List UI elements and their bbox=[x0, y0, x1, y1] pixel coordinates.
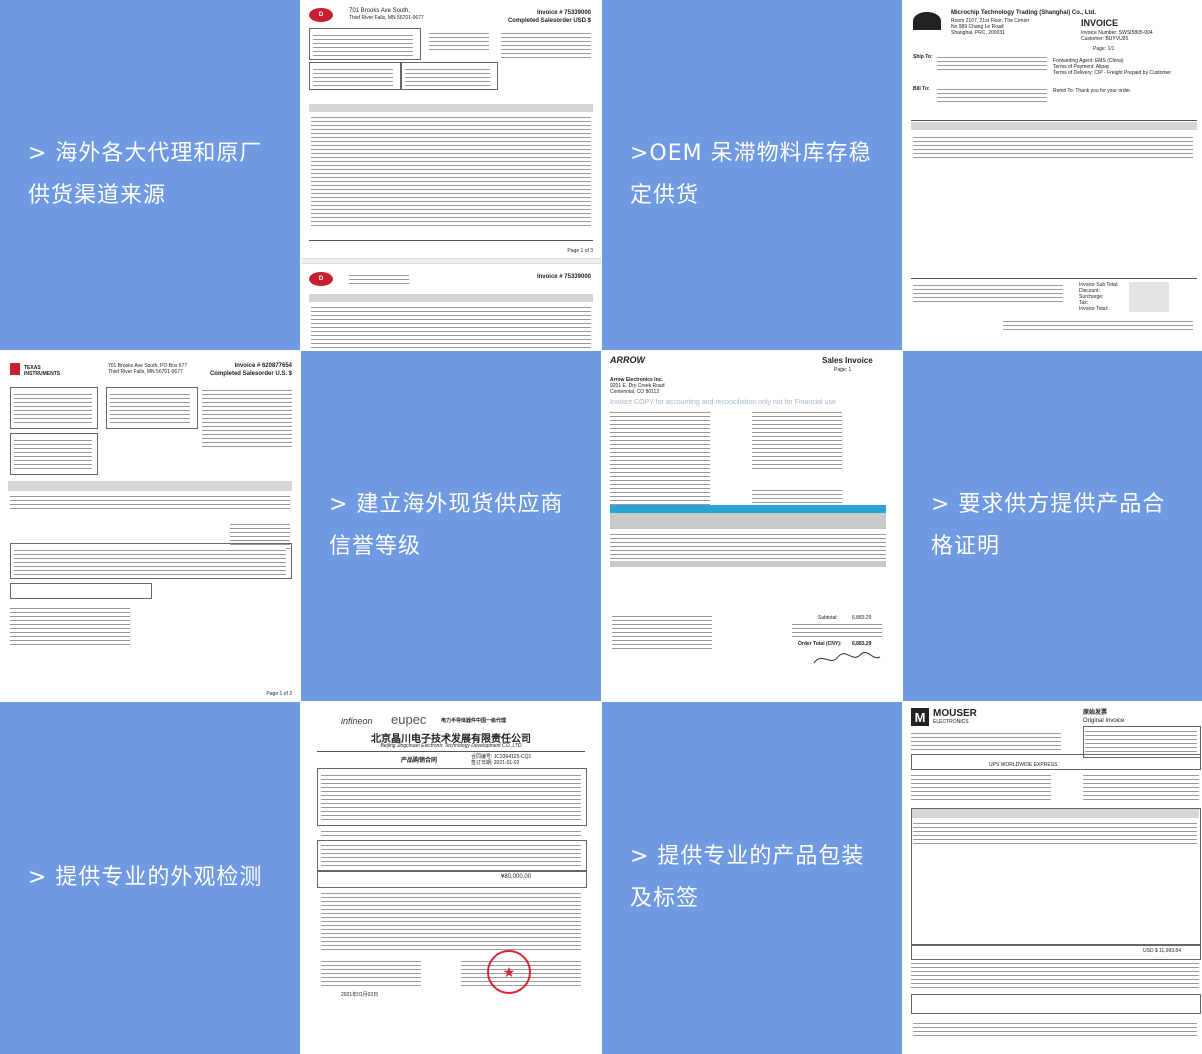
qc-process-grid: > 海外各大代理和原厂供货渠道来源 D 701 Brooks Ave South… bbox=[0, 0, 1202, 1054]
ti-logo-icon bbox=[10, 363, 20, 375]
mouser-logo-icon: M bbox=[911, 708, 929, 726]
doc-image-ti-invoice: TEXAS INSTRUMENTS 701 Brooks Ave South, … bbox=[0, 351, 300, 701]
invoice-number: Invoice # 75339000 bbox=[536, 10, 591, 16]
text-panel-packaging-labeling: > 提供专业的产品包装及标签 bbox=[602, 702, 902, 1054]
panel-caption: >OEM 呆滞物料库存稳定供货 bbox=[630, 141, 872, 208]
panel-caption: > 要求供方提供产品合格证明 bbox=[931, 492, 1166, 559]
text-panel-supplier-rating: > 建立海外现货供应商信誉等级 bbox=[301, 351, 601, 701]
doc-image-microchip-invoice: Microchip Technology Trading (Shanghai) … bbox=[903, 0, 1202, 350]
invoice-number: Invoice # 620877654 bbox=[234, 363, 292, 369]
shipper-name: UPS WORLDWIDE EXPRESS bbox=[989, 762, 1058, 768]
ship-to-label: Ship To: bbox=[913, 54, 933, 60]
doc-image-arrow-invoice: ARROW Sales Invoice Page: 1 Arrow Electr… bbox=[602, 351, 902, 701]
company-address: 701 Brooks Ave South, bbox=[349, 8, 410, 14]
line-items bbox=[610, 531, 886, 561]
page-number: Page: 1 bbox=[834, 367, 852, 373]
slogan: 电力半导体器件中国一级代理 bbox=[441, 718, 507, 724]
panel-caption: > 提供专业的产品包装及标签 bbox=[630, 844, 865, 911]
invoice-status: Completed Salesorder U.S. $ bbox=[209, 371, 292, 377]
line-item-header bbox=[8, 481, 292, 491]
legal-notice bbox=[913, 282, 1063, 304]
invoice-total: USD $ 11,993.84 bbox=[1143, 948, 1181, 954]
contract-title: 产品购销合同 bbox=[401, 758, 438, 764]
doc-image-sales-invoice-1: D 701 Brooks Ave South, Thief River Fall… bbox=[301, 0, 601, 350]
text-panel-product-certification: > 要求供方提供产品合格证明 bbox=[903, 351, 1202, 701]
invoice-title: Sales Invoice bbox=[822, 356, 873, 365]
invoice-title-en: Original Invoice bbox=[1083, 718, 1125, 724]
signature-icon bbox=[813, 652, 881, 664]
doc-image-mouser-invoice: M MOUSER ELECTRONICS 原始发票 Original Invoi… bbox=[903, 702, 1202, 1054]
invoice-total-label: Invoice Total: bbox=[1079, 306, 1109, 312]
text-panel-overseas-sourcing: > 海外各大代理和原厂供货渠道来源 bbox=[0, 0, 300, 350]
panel-caption: > 建立海外现货供应商信誉等级 bbox=[329, 492, 564, 559]
watermark-text: Invoice COPY for accounting and reconcil… bbox=[610, 399, 836, 406]
line-items bbox=[311, 114, 591, 226]
brand-sub: ELECTRONICS bbox=[933, 719, 969, 725]
invoice-number: Invoice # 75339000 bbox=[536, 274, 591, 280]
panel-caption: > 海外各大代理和原厂供货渠道来源 bbox=[28, 141, 263, 208]
line-items bbox=[10, 493, 290, 511]
company-name: Microchip Technology Trading (Shanghai) … bbox=[951, 10, 1096, 16]
infineon-logo: infineon bbox=[341, 716, 373, 726]
doc-image-purchase-contract: infineon eupec 电力半导体器件中国一级代理 北京晶川电子技术发展有… bbox=[301, 702, 601, 1054]
brand-logo-icon: D bbox=[309, 272, 333, 286]
invoice-title-cn: 原始发票 bbox=[1083, 710, 1108, 716]
brand-logo-icon: D bbox=[309, 8, 333, 22]
page-number: Page 1 of 3 bbox=[567, 248, 593, 254]
page-number: Page: 1/1 bbox=[1093, 46, 1115, 52]
brand-name: TEXAS INSTRUMENTS bbox=[24, 365, 61, 377]
panel-caption: > 提供专业的外观检测 bbox=[28, 865, 263, 890]
company-name-en: Beijing Jingchuan Electronic Technology … bbox=[380, 743, 522, 749]
line-items bbox=[913, 134, 1193, 158]
text-panel-oem-stock: >OEM 呆滞物料库存稳定供货 bbox=[602, 0, 902, 350]
company-address: 9201 E. Dry Creek Road Centennial, CO 80… bbox=[610, 383, 665, 395]
order-total-value: 6,883.29 bbox=[852, 641, 872, 647]
line-item-header bbox=[911, 122, 1197, 130]
sign-date: 2021年01月02日 bbox=[341, 992, 379, 998]
microchip-logo-icon bbox=[913, 12, 941, 30]
company-city: Thief River Falls, MN 56701-0677 bbox=[349, 15, 424, 21]
line-item-header bbox=[309, 104, 593, 112]
page-number: Page 1 of 2 bbox=[266, 691, 292, 697]
customer-number: Customer: BUYVU95 bbox=[1081, 36, 1129, 42]
line-item-header bbox=[610, 505, 886, 513]
brand-name: MOUSER bbox=[933, 708, 977, 719]
invoice-status: Completed Salesorder USD $ bbox=[507, 18, 591, 24]
text-panel-visual-inspection: > 提供专业的外观检测 bbox=[0, 702, 300, 1054]
company-seal-icon: ★ bbox=[487, 950, 531, 994]
eupec-logo: eupec bbox=[391, 712, 427, 727]
delivery-terms: Terms of Delivery: CIP - Freight Prepaid… bbox=[1053, 70, 1172, 76]
order-total-label: Order Total (CNY): bbox=[798, 641, 842, 647]
arrow-logo: ARROW bbox=[610, 355, 645, 365]
remit-to: Remit To: Thank you for your order. bbox=[1053, 88, 1132, 94]
bill-to-label: Bill To: bbox=[913, 86, 930, 92]
contract-total: ¥80,000.00 bbox=[501, 874, 532, 880]
address-line: Shanghai, PRC, 200031 bbox=[951, 30, 1005, 36]
contract-date: 签订日期: 2021-01-02 bbox=[471, 760, 520, 766]
invoice-title: INVOICE bbox=[1081, 18, 1119, 28]
company-address: 701 Brooks Ave South, PO Box 677 Thief R… bbox=[108, 363, 188, 375]
